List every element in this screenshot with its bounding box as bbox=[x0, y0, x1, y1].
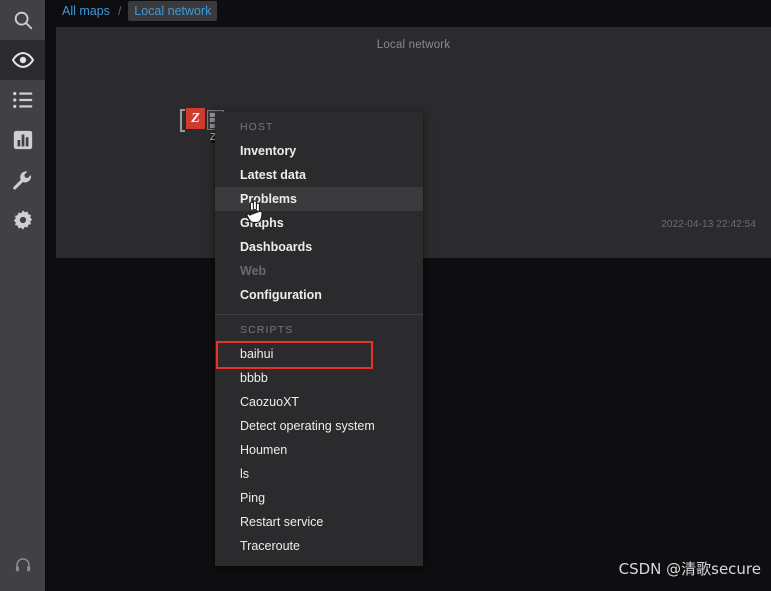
menu-item-ls[interactable]: ls bbox=[215, 462, 423, 486]
menu-item-configuration[interactable]: Configuration bbox=[215, 283, 423, 307]
host-context-menu: HOST Inventory Latest data Problems Grap… bbox=[215, 112, 423, 566]
header-bar: All maps / Local network bbox=[45, 0, 771, 27]
menu-item-traceroute[interactable]: Traceroute bbox=[215, 534, 423, 558]
breadcrumb-current-map[interactable]: Local network bbox=[128, 1, 218, 21]
menu-item-ping[interactable]: Ping bbox=[215, 486, 423, 510]
menu-item-dashboards[interactable]: Dashboards bbox=[215, 235, 423, 259]
menu-item-detect-operating-system[interactable]: Detect operating system bbox=[215, 414, 423, 438]
list-icon bbox=[12, 90, 34, 110]
breadcrumb-separator: / bbox=[117, 4, 122, 18]
node-bracket-shape bbox=[180, 109, 185, 132]
menu-item-bbbb[interactable]: bbbb bbox=[215, 366, 423, 390]
sidebar-item-support[interactable] bbox=[0, 545, 45, 585]
menu-item-caozuoxt[interactable]: CaozuoXT bbox=[215, 390, 423, 414]
breadcrumb: All maps / Local network bbox=[61, 0, 218, 22]
breadcrumb-all-maps-link[interactable]: All maps bbox=[61, 2, 111, 20]
map-title: Local network bbox=[376, 39, 451, 51]
monitoring-eye-icon bbox=[11, 48, 35, 72]
menu-item-inventory[interactable]: Inventory bbox=[215, 139, 423, 163]
sidebar-item-reports[interactable] bbox=[0, 120, 45, 160]
sidebar-item-monitoring[interactable] bbox=[0, 40, 45, 80]
menu-item-web: Web bbox=[240, 264, 267, 278]
watermark-text: CSDN @清歌secure bbox=[618, 560, 761, 578]
map-timestamp: 2022-04-13 22:42:54 bbox=[661, 219, 756, 230]
bar-chart-icon bbox=[12, 129, 34, 151]
mouse-cursor-hand-icon bbox=[245, 200, 263, 229]
sidebar-item-configuration[interactable] bbox=[0, 160, 45, 200]
sidebar-item-inventory[interactable] bbox=[0, 80, 45, 120]
menu-item-baihui[interactable]: baihui bbox=[215, 342, 423, 366]
menu-item-restart-service[interactable]: Restart service bbox=[215, 510, 423, 534]
menu-section-scripts-label: SCRIPTS bbox=[240, 324, 294, 336]
search-icon bbox=[12, 9, 34, 31]
menu-item-houmen[interactable]: Houmen bbox=[215, 438, 423, 462]
wrench-icon bbox=[11, 169, 34, 192]
sidebar-item-administration[interactable] bbox=[0, 200, 45, 240]
sidebar bbox=[0, 0, 45, 591]
sidebar-bottom-group bbox=[0, 545, 45, 585]
sidebar-item-search[interactable] bbox=[0, 0, 45, 40]
menu-section-host-label: HOST bbox=[240, 121, 274, 133]
zabbix-logo-icon: Z bbox=[186, 108, 205, 129]
sidebar-top-group bbox=[0, 0, 45, 240]
headset-support-icon bbox=[14, 556, 32, 574]
gear-icon bbox=[12, 209, 34, 231]
menu-item-latest-data[interactable]: Latest data bbox=[215, 163, 423, 187]
